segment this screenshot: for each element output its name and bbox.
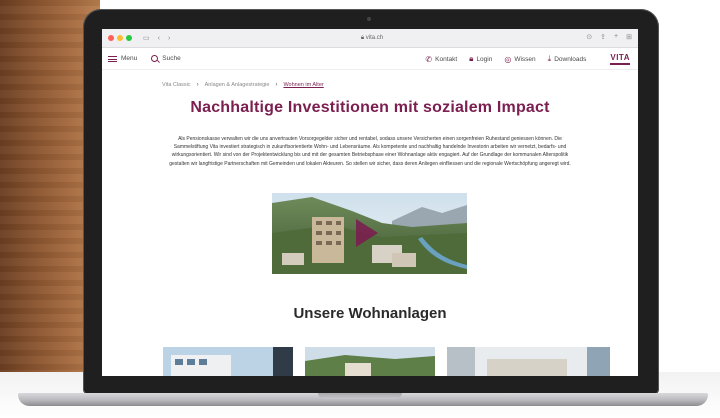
contact-link[interactable]: ✆ Kontakt <box>425 55 457 64</box>
residence-cards <box>163 347 610 376</box>
downloads-link[interactable]: ⤓ Downloads <box>548 54 587 64</box>
lock-icon: 🔒︎ <box>360 35 365 41</box>
header-actions: ✆ Kontakt 🔒︎ Login ◎ Wissen ⤓ Downloads … <box>425 48 630 70</box>
breadcrumb-item[interactable]: Vita Classic <box>162 82 191 88</box>
hero-image <box>272 193 467 274</box>
address-text: vita.ch <box>365 35 384 41</box>
site-header: Menu Suche ✆ Kontakt 🔒︎ Login ◎ Wissen ⤓… <box>102 48 638 70</box>
maximize-window-icon[interactable] <box>126 35 132 41</box>
search-icon <box>151 55 159 62</box>
close-window-icon[interactable] <box>108 35 114 41</box>
download-icon[interactable]: ⊙ <box>586 33 592 41</box>
page-title: Nachhaltige Investitionen mit sozialem I… <box>190 99 550 116</box>
address-bar[interactable]: 🔒︎ vita.ch <box>302 33 442 44</box>
chevron-right-icon: › <box>196 82 199 88</box>
login-label: Login <box>476 55 493 63</box>
intro-text: Als Pensionskasse verwalten wir die uns … <box>169 136 571 167</box>
bulb-icon: ◎ <box>504 54 512 64</box>
section-title: Unsere Wohnanlagen <box>293 305 447 322</box>
share-icon[interactable]: ⇪ <box>600 33 606 41</box>
residence-card-image[interactable] <box>447 347 610 376</box>
breadcrumb-current[interactable]: Wohnen im Alter <box>283 82 323 88</box>
laptop-screen: ▭ ‹ › 🔒︎ vita.ch ⊙ ⇪ + ⊞ Menu Suche ✆ Ko… <box>102 29 638 376</box>
new-tab-icon[interactable]: + <box>614 33 618 41</box>
login-link[interactable]: 🔒︎ Login <box>469 54 492 64</box>
browser-toolbar: ▭ ‹ › 🔒︎ vita.ch ⊙ ⇪ + ⊞ <box>102 29 638 48</box>
breadcrumb: Vita Classic › Anlagen & Anlagestrategie… <box>162 82 324 88</box>
menu-label: Menu <box>121 55 138 62</box>
breadcrumb-item[interactable]: Anlagen & Anlagestrategie <box>205 82 270 88</box>
residence-card-image[interactable] <box>305 347 435 376</box>
tab-overview-icon[interactable]: ⊞ <box>626 33 632 41</box>
back-icon[interactable]: ‹ <box>158 35 160 42</box>
contact-label: Kontakt <box>435 55 458 63</box>
camera <box>367 17 371 21</box>
knowledge-label: Wissen <box>514 55 536 63</box>
knowledge-link[interactable]: ◎ Wissen <box>504 55 535 64</box>
forward-icon[interactable]: › <box>168 35 170 42</box>
search-label: Suche <box>162 55 181 62</box>
sidebar-icon[interactable]: ▭ <box>143 34 150 42</box>
browser-actions: ⊙ ⇪ + ⊞ <box>586 33 632 41</box>
lock-icon: 🔒︎ <box>469 54 474 63</box>
chevron-right-icon: › <box>275 82 278 88</box>
search-button[interactable]: Suche <box>137 55 181 62</box>
laptop-notch <box>318 393 402 399</box>
phone-icon: ✆ <box>425 54 433 64</box>
vita-logo[interactable]: VITA <box>610 53 630 65</box>
hamburger-icon <box>108 55 117 62</box>
menu-button[interactable]: Menu <box>108 55 137 62</box>
downloads-label: Downloads <box>554 55 587 63</box>
download-icon: ⤓ <box>547 54 552 63</box>
minimize-window-icon[interactable] <box>117 35 123 41</box>
residence-card-image[interactable] <box>163 347 293 376</box>
